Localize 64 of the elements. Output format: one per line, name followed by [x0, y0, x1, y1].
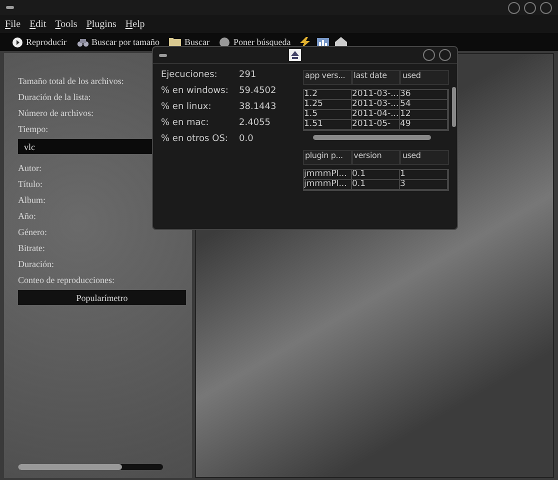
menu-item[interactable]: Edit	[30, 18, 46, 30]
column-header[interactable]: used	[400, 70, 450, 85]
column-header[interactable]: last date	[352, 70, 400, 85]
popularity-button[interactable]: Popularímetro	[18, 290, 186, 305]
track-label: Género:	[18, 226, 47, 239]
menu-item[interactable]: Tools	[55, 18, 78, 30]
table-cell: 1.2	[304, 90, 352, 99]
scrollbar[interactable]	[452, 87, 456, 127]
maximize-button[interactable]	[524, 2, 536, 14]
table-cell: 3	[400, 180, 448, 189]
table-cell: 0.1	[352, 180, 400, 189]
track-label: Título:	[18, 178, 42, 191]
minimize-icon[interactable]	[159, 54, 167, 56]
table-cell: 36	[400, 90, 448, 99]
track-label: Autor:	[18, 162, 42, 175]
track-label: Album:	[18, 194, 46, 207]
stat-label: % en linux:	[161, 102, 212, 112]
stat-label: % en mac:	[161, 118, 209, 128]
table-cell: 1.51	[304, 120, 352, 129]
table-cell: 54	[400, 100, 448, 109]
column-header[interactable]: version	[352, 150, 400, 165]
play-icon	[12, 36, 23, 48]
stat-value: 38.1443	[239, 102, 276, 112]
minimize-button[interactable]	[508, 2, 520, 14]
chart-icon[interactable]	[316, 36, 329, 48]
column-header[interactable]: used	[400, 150, 450, 165]
track-label: Duración:	[18, 258, 54, 271]
app-icon	[289, 49, 301, 61]
column-header[interactable]: app vers...	[303, 70, 352, 85]
info-label: Tamaño total de los archivos:	[18, 75, 124, 88]
binoculars-icon	[76, 36, 88, 48]
close-button[interactable]	[540, 2, 552, 14]
stat-label: % en windows:	[161, 86, 228, 96]
table-cell: 49	[400, 120, 448, 129]
table-cell: 12	[400, 110, 448, 119]
stat-value: 59.4502	[239, 86, 276, 96]
close-button[interactable]	[439, 49, 451, 61]
table-cell: 1	[400, 170, 448, 179]
stat-value: 2.4055	[239, 118, 270, 128]
stat-label: Ejecuciones:	[161, 70, 218, 80]
table-cell: 2011-03-...	[352, 90, 400, 99]
lightning-icon[interactable]	[298, 36, 311, 48]
menu-item[interactable]: File	[5, 18, 21, 30]
column-header[interactable]: plugin p...	[303, 150, 352, 165]
menu-item[interactable]: Plugins	[86, 18, 116, 30]
table-cell: 1.5	[304, 110, 352, 119]
track-label: Año:	[18, 210, 36, 223]
table-cell: 2011-04-...	[352, 110, 400, 119]
minimize-button[interactable]	[423, 49, 435, 61]
info-label: Número de archivos:	[18, 107, 94, 120]
stat-value: 0.0	[239, 134, 254, 144]
table-cell: 1.25	[304, 100, 352, 109]
table-cell: 2011-05-	[352, 120, 400, 129]
track-label: Conteo de reproducciones:	[18, 274, 114, 287]
stat-value: 291	[239, 70, 256, 80]
toolbar-button[interactable]: Reproducir	[10, 36, 68, 48]
table-cell: 2011-03-...	[352, 100, 400, 109]
info-label: Tiempo:	[18, 123, 48, 136]
minimize-icon[interactable]	[6, 6, 14, 9]
info-label: Duración de la lista:	[18, 91, 91, 104]
menu-item[interactable]: Help	[125, 18, 145, 30]
table-cell: 0.1	[352, 170, 400, 179]
track-label: Bitrate:	[18, 242, 45, 255]
scrollbar[interactable]	[313, 135, 431, 140]
